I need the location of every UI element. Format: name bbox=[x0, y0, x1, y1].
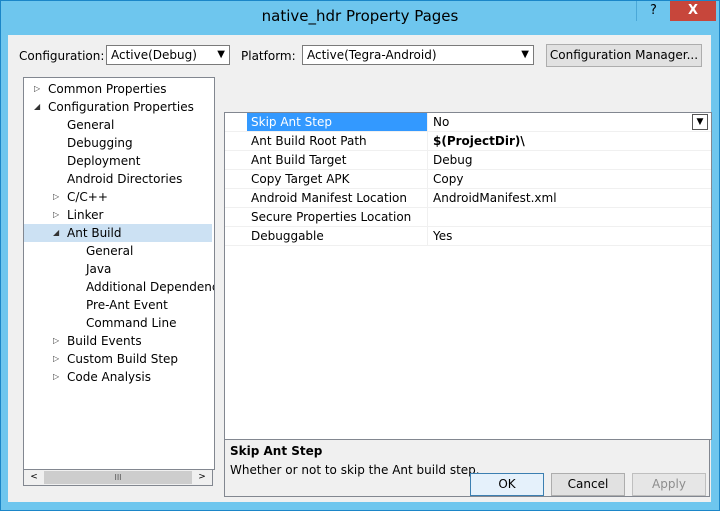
expand-triangle-icon[interactable]: ▷ bbox=[53, 188, 63, 206]
property-row[interactable]: Skip Ant Step No ▼ bbox=[225, 113, 711, 132]
expand-triangle-icon[interactable]: ▷ bbox=[53, 332, 63, 350]
configuration-manager-button[interactable]: Configuration Manager... bbox=[546, 44, 702, 67]
title-bar[interactable]: native_hdr Property Pages ? X bbox=[1, 1, 719, 35]
tree-item[interactable]: Deployment bbox=[24, 152, 212, 170]
expand-triangle-icon[interactable]: ▷ bbox=[53, 368, 63, 386]
chevron-down-icon[interactable]: ▼ bbox=[692, 114, 708, 130]
tree-item-label: Deployment bbox=[67, 154, 141, 168]
tree-item[interactable]: ▷ Build Events bbox=[24, 332, 212, 350]
property-row[interactable]: Ant Build Target Debug bbox=[225, 151, 711, 170]
tree-item-label: Android Directories bbox=[67, 172, 183, 186]
tree-item[interactable]: General bbox=[24, 116, 212, 134]
property-name: Ant Build Target bbox=[251, 153, 347, 167]
scrollbar-grip: III bbox=[114, 473, 122, 482]
property-pages-window: native_hdr Property Pages ? X Configurat… bbox=[0, 0, 720, 511]
tree-item-label: Pre-Ant Event bbox=[86, 298, 168, 312]
apply-button[interactable]: Apply bbox=[632, 473, 706, 496]
configuration-label: Configuration: bbox=[19, 49, 105, 63]
tree-item[interactable]: ◢ Ant Build bbox=[24, 224, 212, 242]
property-value[interactable]: Copy bbox=[433, 170, 463, 188]
column-divider bbox=[427, 208, 428, 226]
property-row[interactable]: Copy Target APK Copy bbox=[225, 170, 711, 189]
property-value[interactable]: Debug bbox=[433, 151, 472, 169]
tree-item[interactable]: ▷ Custom Build Step bbox=[24, 350, 212, 368]
cancel-button[interactable]: Cancel bbox=[551, 473, 625, 496]
platform-label: Platform: bbox=[241, 49, 296, 63]
property-grid[interactable]: Skip Ant Step No ▼ Ant Build Root Path $(Pro… bbox=[224, 112, 712, 440]
tree-item[interactable]: Pre-Ant Event bbox=[24, 296, 212, 314]
collapse-triangle-icon[interactable]: ◢ bbox=[34, 98, 44, 116]
property-row[interactable]: Ant Build Root Path $(ProjectDir)\ bbox=[225, 132, 711, 151]
property-value[interactable]: Yes bbox=[433, 227, 452, 245]
property-name: Ant Build Root Path bbox=[251, 134, 367, 148]
expand-triangle-icon[interactable]: ▷ bbox=[34, 80, 44, 98]
scroll-left-arrow-icon[interactable]: < bbox=[26, 471, 42, 484]
configuration-dropdown[interactable]: Active(Debug) ▼ bbox=[106, 45, 230, 65]
tree-item-label: Configuration Properties bbox=[48, 100, 194, 114]
chevron-down-icon: ▼ bbox=[217, 49, 225, 60]
tree-horizontal-scrollbar[interactable]: < III > bbox=[23, 469, 213, 486]
column-divider bbox=[427, 113, 428, 131]
tree-item[interactable]: Command Line bbox=[24, 314, 212, 332]
scrollbar-thumb[interactable]: III bbox=[44, 471, 192, 484]
tree-item[interactable]: ▷ Linker bbox=[24, 206, 212, 224]
tree-item[interactable]: ▷ Common Properties bbox=[24, 80, 212, 98]
tree-item-label: C/C++ bbox=[67, 190, 108, 204]
scroll-right-arrow-icon[interactable]: > bbox=[194, 471, 210, 484]
column-divider bbox=[427, 132, 428, 150]
property-row[interactable]: Debuggable Yes bbox=[225, 227, 711, 246]
property-row[interactable]: Android Manifest Location AndroidManifest… bbox=[225, 189, 711, 208]
tree-item[interactable]: ◢ Configuration Properties bbox=[24, 98, 212, 116]
tree-item[interactable]: ▷ C/C++ bbox=[24, 188, 212, 206]
tree-item-label: Debugging bbox=[67, 136, 133, 150]
property-name: Secure Properties Location bbox=[251, 210, 412, 224]
close-button[interactable]: X bbox=[670, 1, 716, 21]
dialog-client-area: Configuration: Active(Debug) ▼ Platform:… bbox=[8, 35, 712, 502]
tree-item-label: Build Events bbox=[67, 334, 142, 348]
expand-triangle-icon[interactable]: ▷ bbox=[53, 350, 63, 368]
property-name: Skip Ant Step bbox=[247, 113, 427, 131]
property-row[interactable]: Secure Properties Location bbox=[225, 208, 711, 227]
tree-item-label: Command Line bbox=[86, 316, 177, 330]
tree-item-label: Common Properties bbox=[48, 82, 167, 96]
description-text: Whether or not to skip the Ant build ste… bbox=[230, 463, 480, 477]
description-title: Skip Ant Step bbox=[230, 444, 323, 458]
tree-item-label: Java bbox=[86, 262, 112, 276]
ok-button[interactable]: OK bbox=[470, 473, 544, 496]
chevron-down-icon: ▼ bbox=[521, 49, 529, 60]
property-name: Copy Target APK bbox=[251, 172, 350, 186]
collapse-triangle-icon[interactable]: ◢ bbox=[53, 224, 63, 242]
column-divider bbox=[427, 227, 428, 245]
tree-item-label: General bbox=[86, 244, 134, 258]
platform-dropdown[interactable]: Active(Tegra-Android) ▼ bbox=[302, 45, 534, 65]
property-tree[interactable]: ▷ Common Properties ◢ Configuration Propert… bbox=[23, 77, 215, 470]
expand-triangle-icon[interactable]: ▷ bbox=[53, 206, 63, 224]
property-name: Android Manifest Location bbox=[251, 191, 407, 205]
column-divider bbox=[427, 151, 428, 169]
tree-item-label: Custom Build Step bbox=[67, 352, 179, 366]
window-title: native_hdr Property Pages bbox=[261, 7, 459, 25]
tree-item[interactable]: Debugging bbox=[24, 134, 212, 152]
tree-item[interactable]: General bbox=[24, 242, 212, 260]
tree-item[interactable]: Android Directories bbox=[24, 170, 212, 188]
tree-item-label: Additional Dependencies bbox=[86, 280, 214, 294]
tree-item-label: Ant Build bbox=[67, 226, 122, 240]
column-divider bbox=[427, 189, 428, 207]
property-value[interactable]: $(ProjectDir)\ bbox=[433, 132, 525, 150]
property-value[interactable]: No bbox=[433, 113, 449, 131]
column-divider bbox=[427, 170, 428, 188]
property-name: Debuggable bbox=[251, 229, 324, 243]
tree-item-label: Linker bbox=[67, 208, 104, 222]
tree-item[interactable]: Java bbox=[24, 260, 212, 278]
configuration-value: Active(Debug) bbox=[111, 48, 197, 62]
platform-value: Active(Tegra-Android) bbox=[307, 48, 437, 62]
tree-item[interactable]: ▷ Code Analysis bbox=[24, 368, 212, 386]
help-button[interactable]: ? bbox=[636, 1, 670, 21]
tree-item[interactable]: Additional Dependencies bbox=[24, 278, 214, 296]
property-value[interactable]: AndroidManifest.xml bbox=[433, 189, 557, 207]
tree-item-label: Code Analysis bbox=[67, 370, 151, 384]
tree-item-label: General bbox=[67, 118, 115, 132]
